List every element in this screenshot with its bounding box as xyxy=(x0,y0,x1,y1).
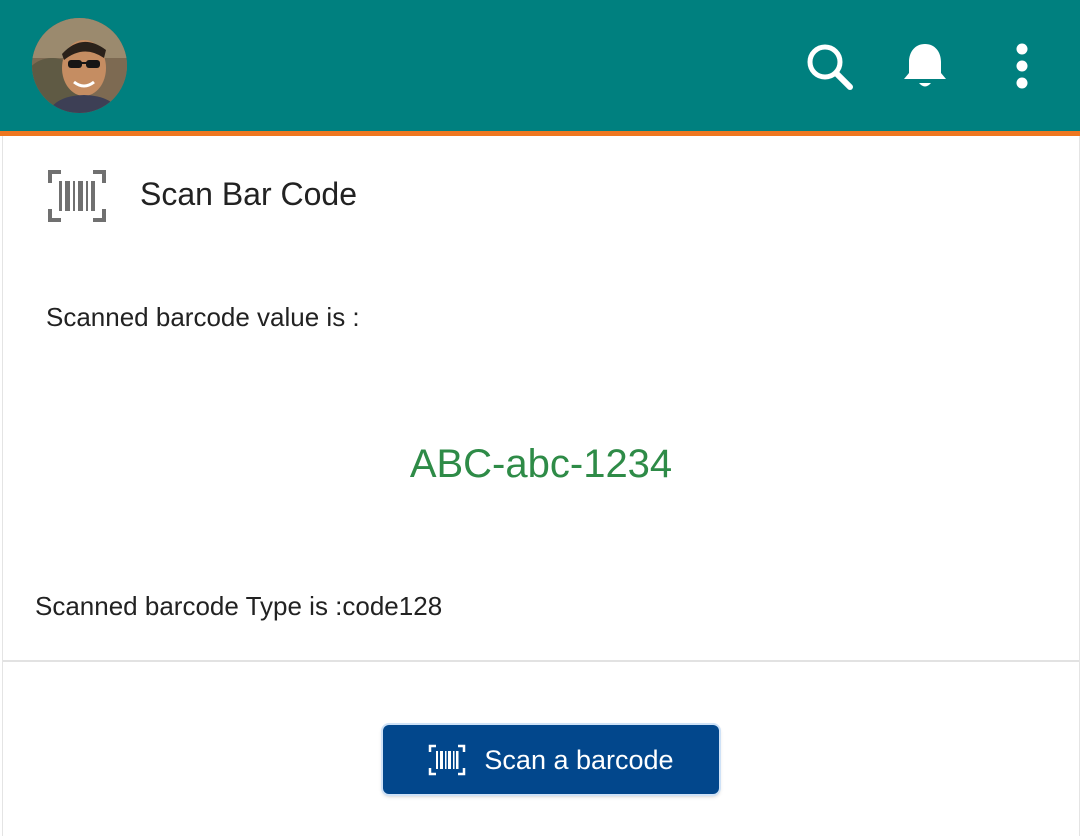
card-title: Scan Bar Code xyxy=(140,176,358,212)
bell-icon xyxy=(904,44,946,87)
scanned-type: Scanned barcode Type is :code128 xyxy=(35,591,443,621)
scan-barcode-button-label: Scan a barcode xyxy=(484,744,674,775)
scan-barcode-button[interactable]: Scan a barcode xyxy=(383,725,719,794)
avatar-photo xyxy=(32,18,127,113)
search-button[interactable] xyxy=(801,38,857,94)
more-options-button[interactable] xyxy=(994,38,1050,94)
scanned-value: ABC-abc-1234 xyxy=(409,442,673,486)
search-icon xyxy=(807,44,853,90)
card-divider xyxy=(3,660,1079,662)
notifications-button[interactable] xyxy=(897,38,953,94)
barcode-scan-icon xyxy=(429,744,466,775)
barcode-scan-icon xyxy=(48,170,106,222)
more-vertical-icon xyxy=(1016,43,1028,89)
scanned-value-label: Scanned barcode value is : xyxy=(46,302,360,332)
card-header: Scan Bar Code xyxy=(3,136,1079,254)
app-bar xyxy=(0,0,1080,136)
user-avatar[interactable] xyxy=(32,18,127,113)
